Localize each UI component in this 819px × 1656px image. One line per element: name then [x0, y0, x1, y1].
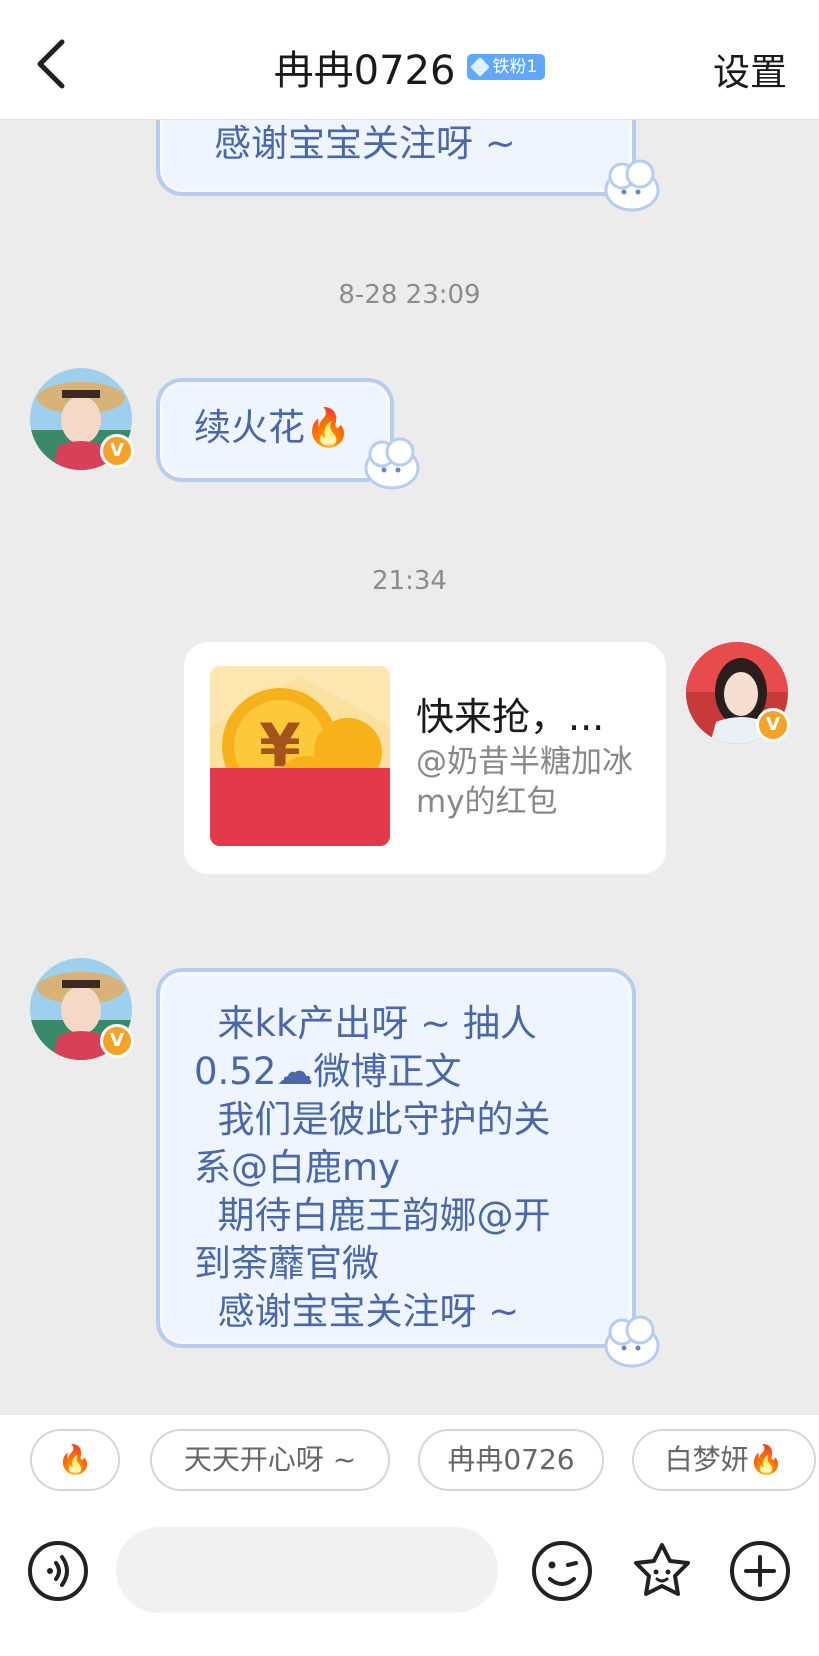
input-bar — [0, 1525, 819, 1656]
quick-reply-chip[interactable]: 🔥 — [30, 1429, 120, 1491]
fan-badge: 铁粉1 — [466, 54, 546, 80]
red-packet-subtitle: @奶昔半糖加冰my的红包 — [416, 744, 633, 820]
chat-area[interactable]: 感谢宝宝关注呀 ~ 8-28 23:09 V 续火花🔥 21:34 ¥ 快来抢，… — [0, 120, 819, 1415]
top-nav-bar: 冉冉0726 铁粉1 设置 — [0, 0, 819, 120]
title-wrap: 冉冉0726 铁粉1 — [0, 38, 819, 96]
red-packet-title: 快来抢，... — [416, 695, 605, 739]
timestamp: 21:34 — [372, 566, 447, 596]
message-input[interactable] — [116, 1527, 498, 1613]
my-avatar[interactable]: V — [686, 642, 790, 744]
message-bubble-partial[interactable]: 感谢宝宝关注呀 ~ — [156, 120, 636, 196]
message-text: 感谢宝宝关注呀 ~ — [214, 122, 516, 165]
verified-badge-icon: V — [100, 434, 134, 468]
cloud-sticker-icon — [604, 159, 660, 212]
quick-reply-chip[interactable]: 白梦妍🔥 — [632, 1429, 816, 1491]
verified-badge-icon: V — [756, 708, 790, 742]
avatar[interactable]: V — [30, 368, 134, 470]
voice-icon[interactable] — [26, 1539, 90, 1603]
emoji-icon[interactable] — [530, 1539, 594, 1603]
message-text: 来kk产出呀 ~ 抽人 0.52☁微博正文 我们是彼此守护的关 系@白鹿my 期… — [194, 1002, 551, 1333]
settings-button[interactable]: 设置 — [713, 42, 787, 96]
message-bubble[interactable]: 续火花🔥 — [156, 378, 394, 482]
timestamp: 8-28 23:09 — [338, 280, 481, 310]
plus-circle-icon[interactable] — [728, 1539, 792, 1603]
quick-reply-bar: 🔥 天天开心呀 ~ 冉冉0726 白梦妍🔥 — [0, 1415, 819, 1525]
chat-title[interactable]: 冉冉0726 — [274, 48, 456, 94]
message-bubble[interactable]: 来kk产出呀 ~ 抽人 0.52☁微博正文 我们是彼此守护的关 系@白鹿my 期… — [156, 968, 636, 1348]
quick-reply-chip[interactable]: 冉冉0726 — [418, 1429, 604, 1491]
avatar[interactable]: V — [30, 958, 134, 1060]
cloud-sticker-icon — [604, 1315, 660, 1368]
quick-reply-chip[interactable]: 天天开心呀 ~ — [150, 1429, 390, 1491]
verified-badge-icon: V — [100, 1024, 134, 1058]
fan-badge-label: 铁粉1 — [492, 57, 538, 77]
red-packet-card[interactable]: ¥ 快来抢，... @奶昔半糖加冰my的红包 — [184, 642, 666, 874]
red-packet-icon: ¥ — [210, 666, 390, 846]
star-face-icon[interactable] — [630, 1539, 694, 1603]
diamond-icon — [469, 57, 490, 77]
cloud-sticker-icon — [364, 437, 420, 490]
